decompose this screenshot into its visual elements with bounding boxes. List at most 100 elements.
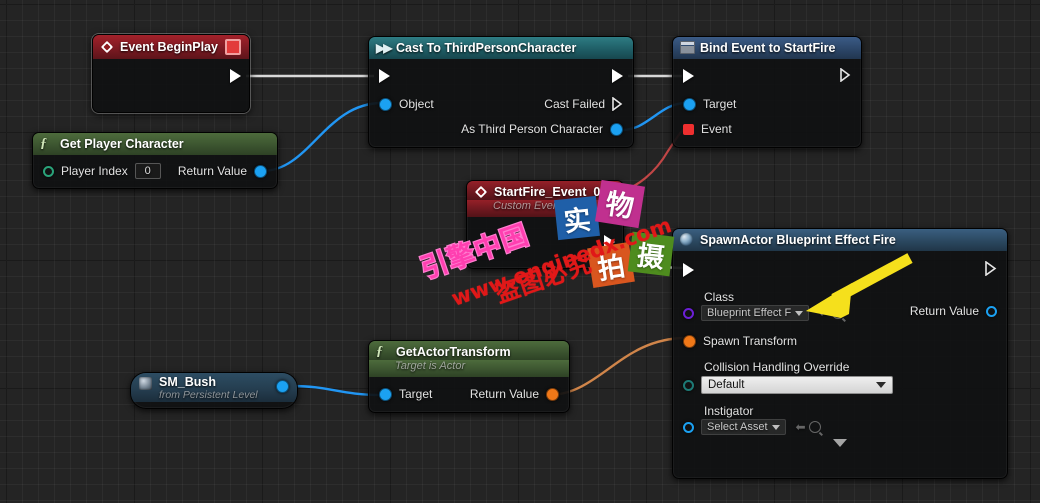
node-header: ƒ Get Player Character [33, 133, 277, 155]
node-start-fire-event[interactable]: StartFire_Event_0 Custom Event [466, 180, 624, 269]
row-object: Object Cast Failed [369, 93, 633, 115]
node-title: GetActorTransform [396, 345, 511, 359]
row-collision-handling: Collision Handling Override Default [673, 359, 1007, 395]
target-in-pin[interactable] [379, 387, 392, 401]
target-label: Target [703, 97, 737, 111]
event-diamond-icon [474, 185, 488, 199]
node-get-actor-transform[interactable]: ƒ GetActorTransform Target is Actor Targ… [368, 340, 570, 413]
node-title: Cast To ThirdPersonCharacter [396, 41, 577, 55]
node-title: Get Player Character [60, 137, 184, 151]
object-in-pin[interactable] [379, 97, 392, 111]
node-event-begin-play[interactable]: Event BeginPlay [92, 34, 250, 113]
return-value-out-pin[interactable] [986, 305, 997, 317]
chevron-down-icon [795, 310, 804, 316]
instigator-in-pin[interactable] [683, 421, 694, 433]
row-event: Event [673, 118, 861, 140]
spawn-transform-in-pin[interactable] [683, 334, 696, 348]
row-instigator: Instigator Select Asset ⬅ [673, 403, 1007, 436]
browse-back-icon[interactable]: ⬅ [796, 421, 806, 433]
player-index-label: Player Index [61, 164, 128, 178]
class-in-pin[interactable] [683, 307, 694, 319]
row-out-exec [93, 65, 249, 87]
row-exec [673, 259, 1007, 281]
node-title: Bind Event to StartFire [700, 41, 836, 55]
return-value-label: Return Value [469, 387, 539, 401]
collision-handling-label: Collision Handling Override [704, 360, 850, 374]
function-fx-icon: ƒ [40, 136, 47, 151]
node-subtitle: Target is Actor [369, 360, 569, 377]
cast-arrows-icon: ▶▶ [376, 41, 392, 55]
exec-in-pin[interactable] [683, 263, 694, 277]
node-header: StartFire_Event_0 [467, 181, 623, 200]
exec-in-pin[interactable] [683, 69, 694, 83]
collision-handling-in-pin[interactable] [683, 379, 694, 391]
row-target: Target [673, 93, 861, 115]
event-label: Event [701, 122, 732, 136]
node-header: SpawnActor Blueprint Effect Fire [673, 229, 1007, 251]
node-get-player-character[interactable]: ƒ Get Player Character Player Index 0 Re… [32, 132, 278, 189]
row-spawn-transform: Spawn Transform [673, 330, 1007, 352]
bind-grid-icon [680, 41, 695, 55]
node-title: SpawnActor Blueprint Effect Fire [700, 233, 896, 247]
player-index-value[interactable]: 0 [134, 163, 161, 179]
exec-out-pin[interactable] [604, 235, 615, 249]
as-third-person-character-label: As Third Person Character [461, 122, 603, 136]
row-exec [369, 65, 633, 87]
node-cast-to-third-person-character[interactable]: ▶▶ Cast To ThirdPersonCharacter Object C… [368, 36, 634, 148]
spawn-ball-icon [680, 233, 694, 247]
spawn-transform-label: Spawn Transform [703, 334, 798, 348]
row-class: Class Blueprint Effect F ⬅ Return Value [673, 289, 1007, 322]
collision-handling-select[interactable]: Default [701, 376, 893, 394]
chevron-down-icon [876, 382, 886, 388]
exec-out-pin[interactable] [985, 260, 997, 279]
node-header: ƒ GetActorTransform [369, 341, 569, 360]
return-value-label: Return Value [177, 164, 247, 178]
node-expander[interactable] [673, 439, 1007, 458]
event-in-pin[interactable] [683, 123, 694, 135]
node-subtitle: from Persistent Level [159, 389, 258, 401]
event-diamond-icon [100, 40, 114, 54]
instigator-asset-tools[interactable]: ⬅ [796, 421, 821, 433]
node-bind-event-to-start-fire[interactable]: Bind Event to StartFire Target Event [672, 36, 862, 148]
function-fx-icon: ƒ [376, 344, 383, 359]
player-index-in-pin[interactable] [43, 165, 54, 177]
watermark-tile-she: 摄 [627, 231, 675, 277]
node-title: Event BeginPlay [120, 40, 218, 54]
node-header: SM_Bush from Persistent Level [131, 373, 297, 402]
cast-failed-out-pin[interactable] [612, 96, 623, 112]
node-header: ▶▶ Cast To ThirdPersonCharacter [369, 37, 633, 59]
class-value-dropdown[interactable]: Blueprint Effect F [701, 305, 810, 321]
node-sm-bush[interactable]: SM_Bush from Persistent Level [130, 372, 298, 409]
exec-in-pin[interactable] [379, 69, 390, 83]
as-third-person-character-out-pin[interactable] [610, 122, 623, 136]
node-spawn-actor-blueprint-effect-fire[interactable]: SpawnActor Blueprint Effect Fire Class B… [672, 228, 1008, 479]
blueprint-graph-canvas[interactable]: Event BeginPlay ▶▶ Cast To ThirdPersonCh… [0, 0, 1040, 503]
row-as-character: As Third Person Character [369, 118, 633, 140]
row-exec [673, 65, 861, 87]
target-label: Target [399, 387, 433, 401]
row-target-return: Target Return Value [369, 383, 569, 405]
return-value-out-pin[interactable] [546, 387, 559, 401]
sm-bush-out-pin[interactable] [276, 380, 289, 393]
exec-out-pin[interactable] [840, 66, 851, 85]
search-icon[interactable] [808, 421, 821, 433]
actor-cube-icon [139, 377, 153, 391]
node-footer-spacer [131, 402, 297, 408]
node-subtitle: Custom Event [467, 200, 623, 217]
event-delegate-box[interactable] [225, 39, 241, 55]
return-value-label: Return Value [909, 304, 979, 318]
object-label: Object [399, 97, 434, 111]
row-player-index: Player Index 0 Return Value [33, 160, 277, 182]
node-header: Event BeginPlay [93, 35, 249, 59]
exec-out-pin[interactable] [612, 69, 623, 83]
exec-out-pin[interactable] [230, 69, 241, 83]
return-value-out-pin[interactable] [254, 164, 267, 178]
target-in-pin[interactable] [683, 97, 696, 111]
node-title: StartFire_Event_0 [494, 185, 601, 199]
node-header: Bind Event to StartFire [673, 37, 861, 59]
expand-down-icon[interactable] [833, 439, 847, 458]
browse-back-icon[interactable]: ⬅ [819, 307, 829, 319]
class-asset-tools[interactable]: ⬅ [819, 307, 845, 319]
instigator-value-dropdown[interactable]: Select Asset [701, 419, 786, 435]
search-icon[interactable] [832, 307, 845, 319]
